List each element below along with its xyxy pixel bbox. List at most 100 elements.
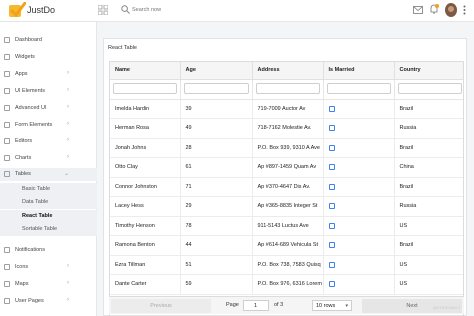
column-header-country[interactable]: Country <box>394 62 463 80</box>
filter-input-country[interactable] <box>397 83 462 94</box>
is-married-checkbox[interactable] <box>328 164 335 171</box>
column-header-address[interactable]: Address <box>252 62 324 80</box>
grid-menu-icon[interactable] <box>98 5 108 15</box>
sidebar-item-ui-elements[interactable]: UI Elements › <box>0 85 97 98</box>
table-cell: 51 <box>180 255 253 275</box>
table-row[interactable]: Ezra Tillman 51 P.O. Box 738, 7583 Quisq US <box>110 255 463 275</box>
sidebar-item-form-elements[interactable]: Form Elements › <box>0 119 97 132</box>
top-bar: JustDo <box>0 0 474 22</box>
table-row[interactable]: Dante Carter 59 P.O. Box 976, 6316 Lorem US <box>110 274 463 295</box>
sidebar-item-label: User Pages <box>15 298 44 304</box>
filter-input-name[interactable] <box>113 83 177 94</box>
chevron-right-icon: › <box>67 280 69 286</box>
previous-button[interactable]: Previous <box>111 299 211 313</box>
page-label: Page <box>226 302 239 308</box>
table-cell: Russia <box>394 118 463 139</box>
table-cell: Ap #370-4647 Dis Av. <box>252 177 324 197</box>
is-married-checkbox[interactable] <box>328 203 335 210</box>
filter-input-address[interactable] <box>255 83 320 94</box>
table-row[interactable]: Jonah Johns 28 P.O. Box 939, 9310 A Ave Bra… <box>110 138 463 158</box>
column-header-age[interactable]: Age <box>180 62 253 80</box>
chevron-down-icon: ▾ <box>345 303 348 309</box>
avatar[interactable] <box>445 3 457 17</box>
table-cell: 59 <box>180 274 253 295</box>
sidebar-item-apps[interactable]: Apps › <box>0 68 97 81</box>
table-row[interactable]: Otto Clay 61 Ap #897-1459 Quam Av China <box>110 157 463 178</box>
page-number-input[interactable] <box>243 300 269 311</box>
sidebar-item-maps[interactable]: Maps › <box>0 278 97 291</box>
sidebar-item-label: UI Elements <box>15 88 45 94</box>
filter-cell <box>323 79 395 100</box>
table-cell: Ramona Benton <box>110 235 181 256</box>
table-cell: US <box>394 216 463 236</box>
filter-input-age[interactable] <box>183 83 249 94</box>
rows-per-page-select[interactable]: 10 rows ▾ <box>312 300 352 311</box>
table-cell: Otto Clay <box>110 157 181 178</box>
brand-name[interactable]: JustDo <box>27 5 55 15</box>
sidebar-item-dashboard[interactable]: Dashboard <box>0 34 97 47</box>
table-row[interactable]: Timothy Henson 78 911-5143 Luctus Ave US <box>110 216 463 236</box>
chevron-right-icon: › <box>67 263 69 269</box>
sidebar-item-label: Advanced UI <box>15 105 47 111</box>
mail-icon[interactable] <box>413 6 423 14</box>
is-married-checkbox[interactable] <box>328 105 335 112</box>
filter-cell <box>252 79 324 100</box>
icons-icon <box>4 264 10 270</box>
charts-icon <box>4 155 10 161</box>
logo-check-icon[interactable] <box>8 2 26 18</box>
notification-dot <box>435 4 439 8</box>
chevron-down-icon: ⌄ <box>63 171 69 177</box>
search-icon <box>121 5 130 14</box>
is-married-checkbox[interactable] <box>328 281 335 288</box>
is-married-checkbox[interactable] <box>328 222 335 229</box>
cell-is-married <box>323 138 395 158</box>
is-married-checkbox[interactable] <box>328 125 335 132</box>
cell-is-married <box>323 99 395 119</box>
table-row[interactable]: Connor Johnston 71 Ap #370-4647 Dis Av. Bra… <box>110 177 463 197</box>
sidebar-item-tables[interactable]: Tables ⌄ <box>0 168 97 181</box>
cell-is-married <box>323 157 395 178</box>
sidebar-item-notifications[interactable]: Notifications <box>0 244 97 257</box>
table-cell: Ap #365-8835 Integer St <box>252 196 324 217</box>
table-cell: 49 <box>180 118 253 139</box>
cell-is-married <box>323 177 395 197</box>
tables-icon <box>4 171 10 177</box>
table-cell: Connor Johnston <box>110 177 181 197</box>
sidebar-item-label: Icons <box>15 264 29 270</box>
is-married-checkbox[interactable] <box>328 144 335 151</box>
is-married-checkbox[interactable] <box>328 261 335 268</box>
chevron-right-icon: › <box>67 121 69 127</box>
sidebar-subitem-basic-table[interactable]: Basic Table <box>0 183 97 196</box>
sidebar-item-widgets[interactable]: Widgets <box>0 51 97 64</box>
chevron-right-icon: › <box>67 297 69 303</box>
form-elements-icon <box>4 122 10 128</box>
table-cell: 44 <box>180 235 253 256</box>
sidebar-subitem-data-table[interactable]: Data Table <box>0 196 97 209</box>
sidebar-item-label: Tables <box>15 171 31 177</box>
table-cell: 718-7162 Molestie Av. <box>252 118 324 139</box>
sidebar-item-user-pages[interactable]: User Pages › <box>0 295 97 308</box>
card-title: React Table <box>108 45 137 51</box>
table-row[interactable]: Imelda Hardin 39 719-7009 Auctor Av Brazil <box>110 99 463 119</box>
column-header-is-married[interactable]: Is Married <box>323 62 395 80</box>
sidebar-subitem-sortable-table[interactable]: Sortable Table <box>0 223 97 236</box>
search-input[interactable] <box>132 4 222 16</box>
table-cell: 29 <box>180 196 253 217</box>
table-cell: Lacey Hess <box>110 196 181 217</box>
is-married-checkbox[interactable] <box>328 183 335 190</box>
sidebar-subitem-react-table[interactable]: React Table <box>0 210 97 223</box>
sidebar-subitem-label: React Table <box>22 213 53 219</box>
column-header-name[interactable]: Name <box>110 62 181 80</box>
more-vertical-icon[interactable] <box>463 5 466 15</box>
sidebar-item-advanced-ui[interactable]: Advanced UI › <box>0 102 97 115</box>
is-married-checkbox[interactable] <box>328 242 335 249</box>
filter-input-is-married[interactable] <box>326 83 391 94</box>
table-cell: 71 <box>180 177 253 197</box>
sidebar-item-charts[interactable]: Charts › <box>0 152 97 165</box>
sidebar-item-icons[interactable]: Icons › <box>0 261 97 274</box>
sidebar-item-editors[interactable]: Editors › <box>0 135 97 148</box>
table-row[interactable]: Ramona Benton 44 Ap #614-689 Vehicula St Br… <box>110 235 463 256</box>
table-row[interactable]: Lacey Hess 29 Ap #365-8835 Integer St Russi… <box>110 196 463 217</box>
sidebar-subitem-label: Basic Table <box>22 186 51 192</box>
table-row[interactable]: Herman Rosa 49 718-7162 Molestie Av. Russia <box>110 118 463 139</box>
